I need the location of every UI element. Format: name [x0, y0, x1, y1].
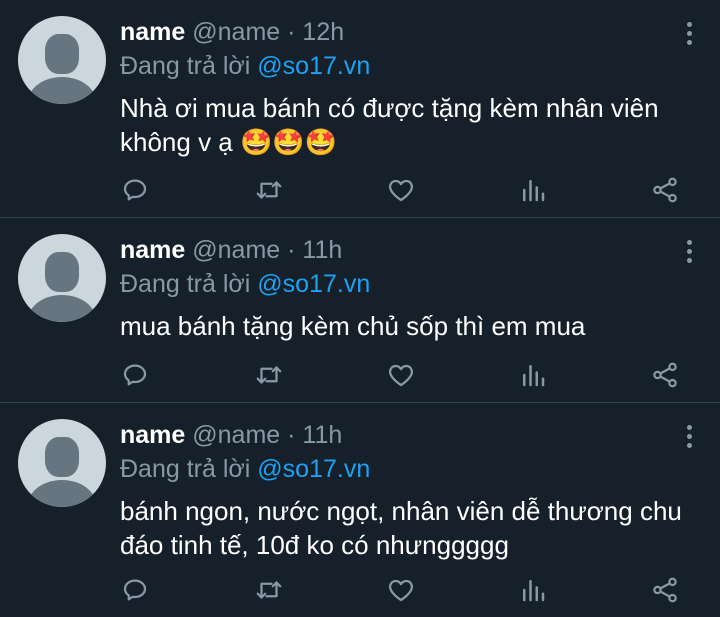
like-icon[interactable] [386, 175, 416, 205]
tweet[interactable]: name @name · 11h Đang trả lời @so17.vn b… [0, 403, 720, 617]
reply-mention-link[interactable]: @so17.vn [257, 455, 370, 483]
reply-prefix: Đang trả lời [120, 455, 251, 483]
tweet[interactable]: name @name · 12h Đang trả lời @so17.vn N… [0, 0, 720, 218]
like-icon[interactable] [386, 575, 416, 605]
like-icon[interactable] [386, 360, 416, 390]
reply-prefix: Đang trả lời [120, 52, 251, 80]
reply-icon[interactable] [120, 575, 150, 605]
avatar[interactable] [18, 16, 106, 104]
tweet-actions [120, 175, 680, 205]
timestamp[interactable]: 11h [302, 236, 342, 264]
timestamp[interactable]: 12h [302, 18, 344, 46]
separator-dot: · [287, 421, 296, 449]
share-icon[interactable] [650, 360, 680, 390]
tweet-header: name @name · 12h [120, 16, 344, 48]
share-icon[interactable] [650, 175, 680, 205]
reply-icon[interactable] [120, 175, 150, 205]
more-icon[interactable] [684, 240, 694, 266]
reply-icon[interactable] [120, 360, 150, 390]
reply-context: Đang trả lời @so17.vn [120, 453, 370, 485]
share-icon[interactable] [650, 575, 680, 605]
tweet-actions [120, 360, 680, 390]
more-icon[interactable] [684, 425, 694, 451]
user-handle: @name [192, 236, 281, 264]
reply-mention-link[interactable]: @so17.vn [257, 270, 370, 298]
tweet-text: mua bánh tặng kèm chủ sốp thì em mua [120, 311, 586, 341]
tweet-actions [120, 575, 680, 605]
tweet[interactable]: name @name · 11h Đang trả lời @so17.vn m… [0, 218, 720, 403]
reply-prefix: Đang trả lời [120, 270, 251, 298]
tweet-text: Nhà ơi mua bánh có được tặng kèm nhân vi… [120, 93, 659, 157]
reply-context: Đang trả lời @so17.vn [120, 268, 370, 300]
reply-context: Đang trả lời @so17.vn [120, 50, 370, 82]
reply-mention-link[interactable]: @so17.vn [257, 52, 370, 80]
more-icon[interactable] [684, 22, 694, 48]
retweet-icon[interactable] [254, 575, 284, 605]
tweet-text: bánh ngon, nước ngọt, nhân viên dễ thươn… [120, 496, 682, 560]
avatar[interactable] [18, 234, 106, 322]
separator-dot: · [287, 18, 296, 46]
timestamp[interactable]: 11h [302, 421, 342, 449]
display-name[interactable]: name [120, 421, 185, 449]
retweet-icon[interactable] [254, 360, 284, 390]
analytics-icon[interactable] [518, 575, 548, 605]
analytics-icon[interactable] [518, 360, 548, 390]
analytics-icon[interactable] [518, 175, 548, 205]
display-name[interactable]: name [120, 236, 185, 264]
user-handle: @name [192, 18, 281, 46]
tweet-header: name @name · 11h [120, 234, 342, 266]
user-handle: @name [192, 421, 281, 449]
tweet-header: name @name · 11h [120, 419, 342, 451]
retweet-icon[interactable] [254, 175, 284, 205]
separator-dot: · [287, 236, 296, 264]
avatar[interactable] [18, 419, 106, 507]
display-name[interactable]: name [120, 18, 185, 46]
